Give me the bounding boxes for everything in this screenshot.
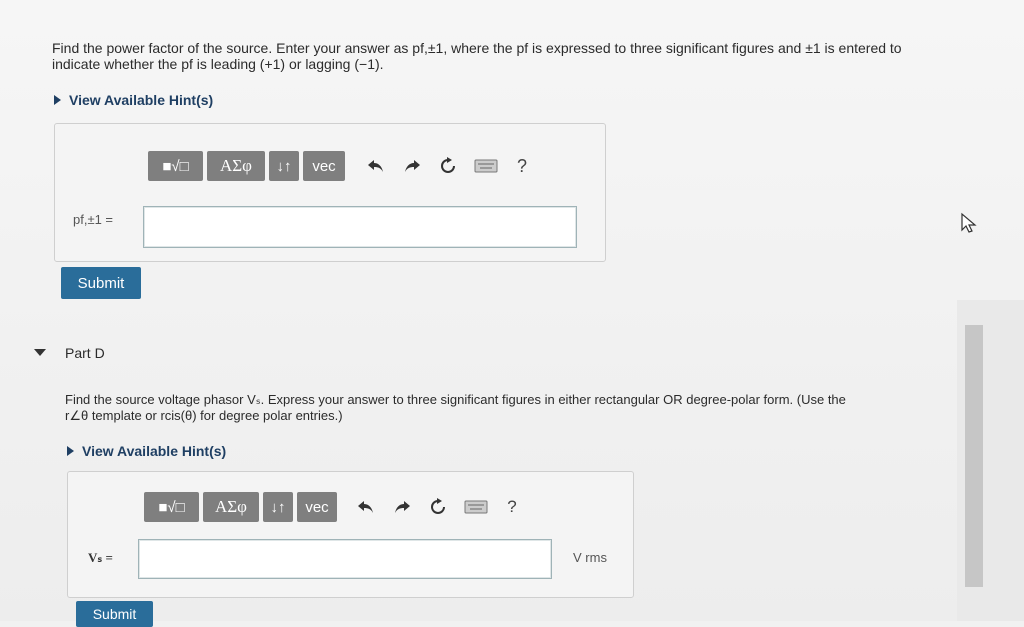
expand-arrow-icon: [67, 446, 74, 456]
partc-question: Find the power factor of the source. Ent…: [52, 40, 997, 72]
vec-button[interactable]: vec: [303, 151, 345, 181]
partd-answer-box: ■√□ ΑΣφ ↓↑ vec ? Vₛ = V rms: [67, 471, 634, 598]
partd-hint-link[interactable]: View Available Hint(s): [67, 443, 226, 459]
vec-button[interactable]: vec: [297, 492, 337, 522]
partd-hint-label: View Available Hint(s): [82, 443, 227, 459]
partc-input-label: pf,±1 =: [73, 212, 114, 227]
partd-question: Find the source voltage phasor Vₛ. Expre…: [65, 392, 945, 424]
partc-question-line1: Find the power factor of the source. Ent…: [52, 40, 902, 56]
arrows-button[interactable]: ↓↑: [263, 492, 293, 522]
undo-icon[interactable]: [351, 492, 381, 522]
partd-units-label: V rms: [573, 550, 607, 565]
help-icon[interactable]: ?: [507, 151, 537, 181]
redo-icon[interactable]: [397, 151, 427, 181]
reset-icon[interactable]: [433, 151, 463, 181]
greek-button[interactable]: ΑΣφ: [203, 492, 259, 522]
partc-question-line2: indicate whether the pf is leading (+1) …: [52, 56, 384, 72]
partd-input-label: Vₛ =: [88, 550, 113, 565]
help-icon[interactable]: ?: [497, 492, 527, 522]
undo-icon[interactable]: [361, 151, 391, 181]
partd-toolbar: ■√□ ΑΣφ ↓↑ vec ?: [144, 492, 527, 522]
partd-question-line1: Find the source voltage phasor Vₛ. Expre…: [65, 392, 846, 407]
expand-arrow-icon: [54, 95, 61, 105]
cursor-icon: [960, 212, 978, 239]
partd-answer-input[interactable]: [138, 539, 552, 579]
partc-toolbar: ■√□ ΑΣφ ↓↑ vec ?: [148, 151, 537, 181]
partd-title: Part D: [65, 345, 105, 361]
scrollbar-thumb[interactable]: [965, 325, 983, 587]
keyboard-icon[interactable]: [471, 151, 501, 181]
partd-question-line2: r∠θ template or rcis(θ) for degree polar…: [65, 408, 343, 423]
collapse-arrow-icon[interactable]: [34, 349, 46, 356]
templates-button[interactable]: ■√□: [148, 151, 203, 181]
page: Find the power factor of the source. Ent…: [0, 0, 1024, 627]
partc-submit-button[interactable]: Submit: [61, 267, 141, 299]
partc-hint-link[interactable]: View Available Hint(s): [54, 92, 213, 108]
redo-icon[interactable]: [387, 492, 417, 522]
partc-answer-input[interactable]: [143, 206, 577, 248]
partd-submit-button[interactable]: Submit: [76, 601, 153, 627]
partc-hint-label: View Available Hint(s): [69, 92, 214, 108]
partc-answer-box: ■√□ ΑΣφ ↓↑ vec ? pf,±1 =: [54, 123, 606, 262]
keyboard-icon[interactable]: [461, 492, 491, 522]
reset-icon[interactable]: [423, 492, 453, 522]
greek-button[interactable]: ΑΣφ: [207, 151, 265, 181]
arrows-button[interactable]: ↓↑: [269, 151, 299, 181]
templates-button[interactable]: ■√□: [144, 492, 199, 522]
